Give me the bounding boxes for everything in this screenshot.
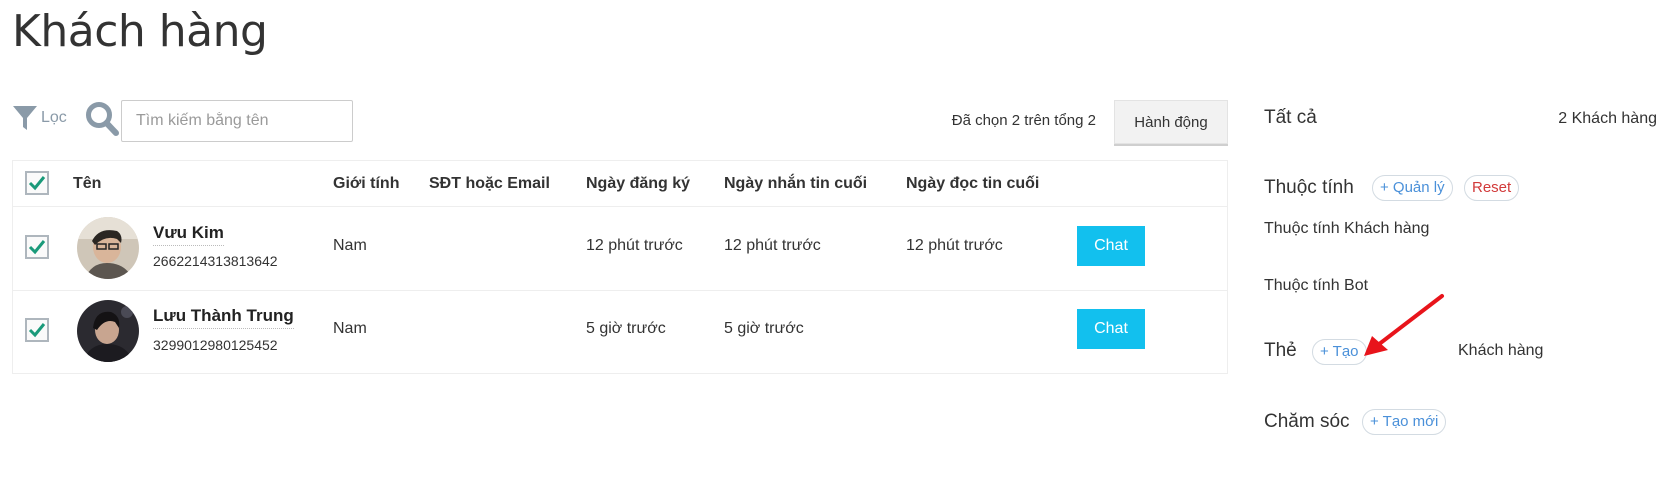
checkmark-icon: [28, 240, 46, 255]
column-header-gender[interactable]: Giới tính: [333, 175, 399, 193]
avatar: [77, 300, 139, 362]
selection-count: Đã chọn 2 trên tổng 2: [951, 112, 1096, 129]
chat-button[interactable]: Chat: [1077, 309, 1145, 349]
create-tag-button[interactable]: + Tạo: [1312, 339, 1367, 365]
select-all-checkbox[interactable]: [25, 171, 49, 195]
customer-segments-panel: Tất cả 2 Khách hàng Thuộc tính + Quản lý…: [1264, 0, 1657, 495]
customer-attributes-link[interactable]: Thuộc tính Khách hàng: [1264, 220, 1429, 238]
customer-name[interactable]: Lưu Thành Trung: [153, 306, 294, 329]
all-segment-label[interactable]: Tất cả: [1264, 107, 1317, 129]
attributes-title: Thuộc tính: [1264, 177, 1354, 198]
registered-date: 12 phút trước: [586, 237, 683, 254]
action-button[interactable]: Hành động: [1114, 100, 1228, 144]
checkmark-icon: [28, 323, 46, 338]
filter-label: Lọc: [41, 109, 67, 126]
customer-id: 2662214313813642: [153, 253, 278, 269]
column-header-last-message[interactable]: Ngày nhắn tin cuối: [724, 175, 867, 193]
chat-button[interactable]: Chat: [1077, 226, 1145, 266]
column-header-name[interactable]: Tên: [73, 175, 101, 193]
tags-title: Thẻ: [1264, 340, 1297, 361]
manage-attributes-button[interactable]: + Quản lý: [1372, 175, 1453, 201]
avatar: [77, 217, 139, 279]
search-icon[interactable]: [84, 100, 120, 138]
customer-table: Tên Giới tính SĐT hoặc Email Ngày đăng k…: [12, 160, 1228, 374]
table-row[interactable]: Lưu Thành Trung 3299012980125452 Nam 5 g…: [13, 291, 1227, 373]
table-header: Tên Giới tính SĐT hoặc Email Ngày đăng k…: [13, 161, 1227, 207]
last-read-date: 12 phút trước: [906, 237, 1003, 254]
toolbar: Lọc Đã chọn 2 trên tổng 2 Hành động: [12, 100, 1228, 144]
table-row[interactable]: Vưu Kim 2662214313813642 Nam 12 phút trư…: [13, 207, 1227, 291]
row-checkbox[interactable]: [25, 235, 49, 259]
customer-gender: Nam: [333, 237, 367, 254]
filter-icon: [13, 106, 37, 130]
customer-id: 3299012980125452: [153, 337, 278, 353]
reset-button[interactable]: Reset: [1464, 175, 1520, 201]
care-title: Chăm sóc: [1264, 411, 1350, 432]
column-header-contact[interactable]: SĐT hoặc Email: [429, 175, 550, 193]
create-care-button[interactable]: + Tạo mới: [1362, 409, 1447, 435]
column-header-last-read[interactable]: Ngày đọc tin cuối: [906, 175, 1039, 193]
bot-attributes-link[interactable]: Thuộc tính Bot: [1264, 277, 1368, 295]
column-header-registered[interactable]: Ngày đăng ký: [586, 175, 690, 193]
search-input[interactable]: [121, 100, 353, 142]
customer-name[interactable]: Vưu Kim: [153, 223, 224, 246]
all-segment-count: 2 Khách hàng: [1558, 110, 1657, 127]
last-message-date: 5 giờ trước: [724, 320, 804, 337]
registered-date: 5 giờ trước: [586, 320, 666, 337]
filter-button[interactable]: Lọc: [12, 104, 67, 132]
customer-gender: Nam: [333, 320, 367, 337]
annotation-arrow-icon: [1364, 294, 1444, 356]
last-message-date: 12 phút trước: [724, 237, 821, 254]
checkmark-icon: [28, 176, 46, 191]
row-checkbox[interactable]: [25, 318, 49, 342]
tag-item[interactable]: Khách hàng: [1458, 342, 1543, 360]
page-title: Khách hàng: [12, 6, 268, 57]
